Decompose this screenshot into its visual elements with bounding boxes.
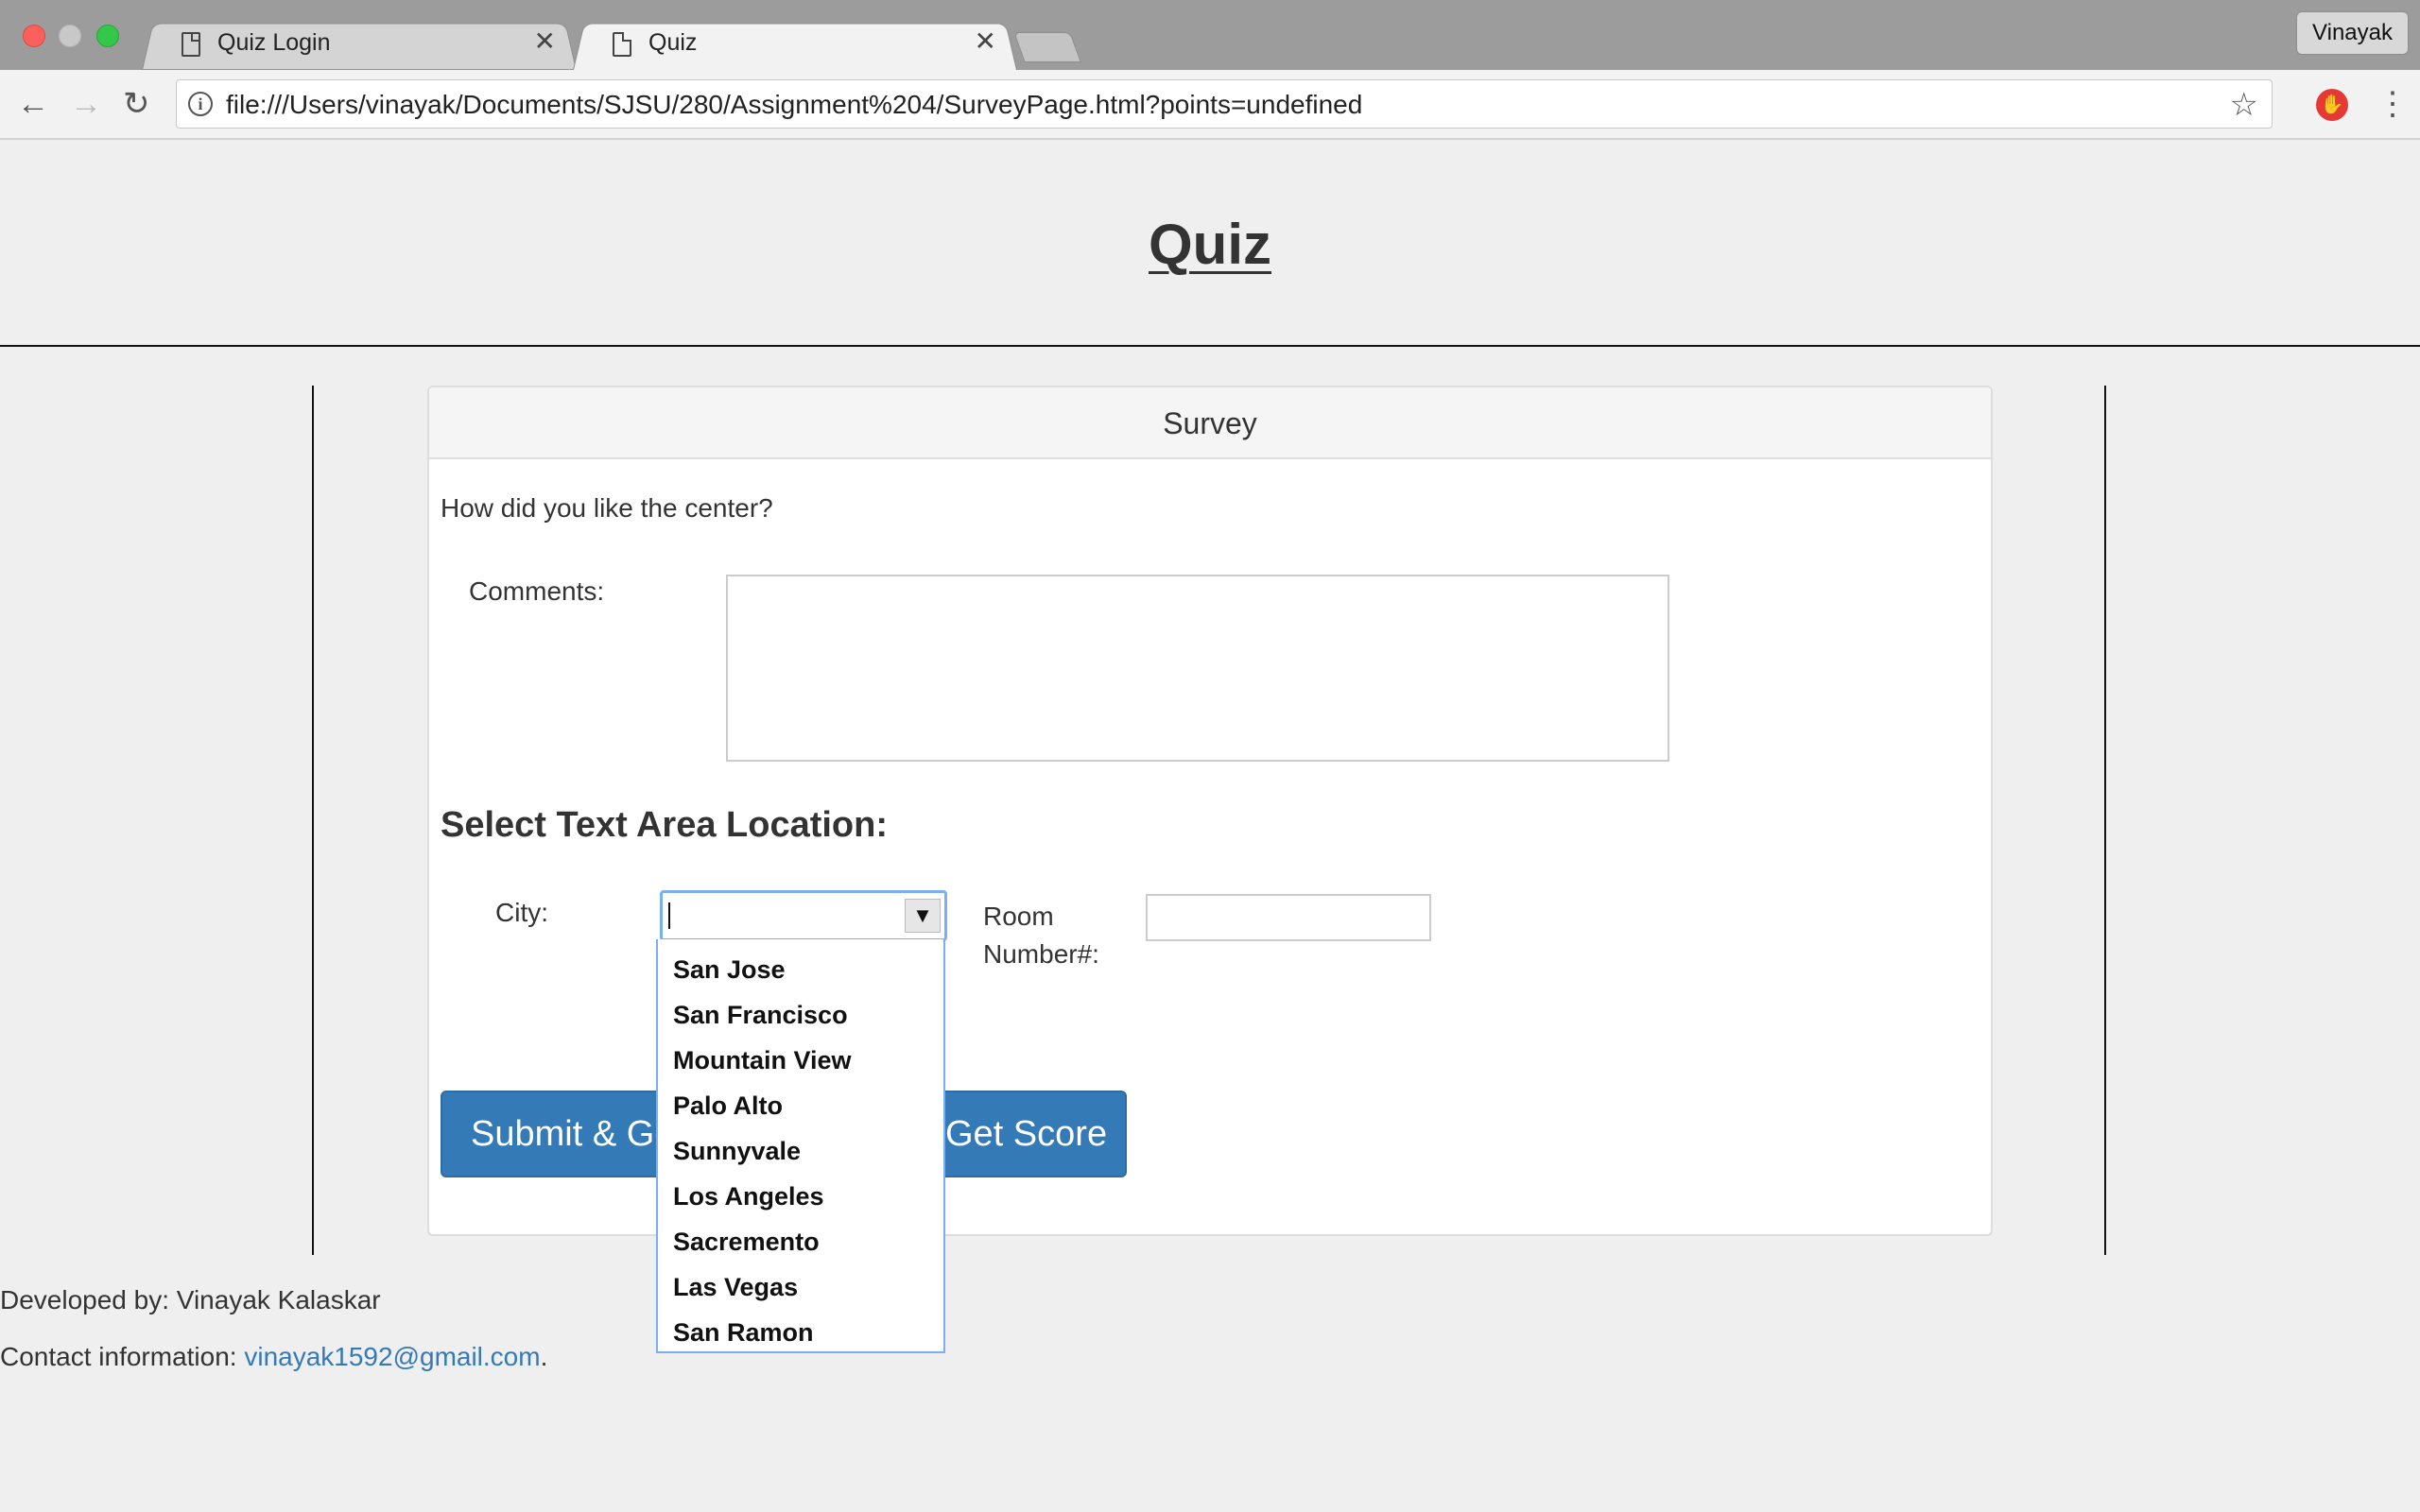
comments-label: Comments: [469, 576, 605, 606]
tab-label: Quiz Login [217, 29, 331, 56]
location-heading: Select Text Area Location: [441, 805, 889, 845]
contact-prefix: Contact information: [0, 1342, 245, 1371]
contact-email-link[interactable]: vinayak1592@gmail.com [244, 1342, 540, 1371]
city-option-san-ramon[interactable]: San Ramon [658, 1310, 943, 1355]
dropdown-arrow-icon[interactable]: ▼ [905, 899, 941, 933]
city-option-palo-alto[interactable]: Palo Alto [658, 1083, 943, 1128]
footer-contact: Contact information: vinayak1592@gmail.c… [0, 1342, 547, 1372]
page-icon [182, 32, 200, 57]
url-text[interactable]: file:///Users/vinayak/Documents/SJSU/280… [226, 90, 1362, 120]
header-divider [0, 345, 2420, 347]
city-dropdown-list: San Jose San Francisco Mountain View Pal… [656, 939, 945, 1353]
city-combobox[interactable]: ▼ [660, 890, 947, 941]
tab-quiz[interactable]: Quiz ✕ [573, 17, 1017, 70]
star-icon[interactable]: ☆ [2230, 86, 2258, 124]
left-border-line [312, 386, 314, 1255]
city-option-san-francisco[interactable]: San Francisco [658, 992, 943, 1038]
city-option-las-vegas[interactable]: Las Vegas [658, 1264, 943, 1310]
city-option-san-jose[interactable]: San Jose [658, 947, 943, 992]
room-number-label: Room Number#: [983, 902, 1099, 969]
city-label: City: [495, 898, 548, 927]
panel-heading: Survey [429, 387, 1991, 459]
page-title-text: Quiz [1149, 213, 1271, 276]
tab-quiz-login[interactable]: Quiz Login ✕ [142, 17, 577, 70]
page-icon [613, 32, 631, 57]
info-icon[interactable]: i [188, 92, 213, 116]
forward-arrow-icon[interactable]: → [70, 85, 102, 123]
browser-tab-bar: Quiz Login ✕ Quiz ✕ Vinayak [0, 0, 2420, 70]
reload-icon[interactable]: ↻ [123, 85, 150, 123]
footer-developer: Developed by: Vinayak Kalaskar [0, 1285, 381, 1314]
text-cursor [668, 902, 670, 929]
comments-textarea[interactable] [726, 575, 1669, 762]
close-tab-icon[interactable]: ✕ [975, 28, 996, 55]
close-window-button[interactable] [23, 25, 45, 47]
new-tab-button[interactable] [1013, 32, 1081, 62]
right-border-line [2104, 386, 2106, 1255]
tab-label: Quiz [648, 29, 698, 56]
back-arrow-icon[interactable]: ← [17, 85, 49, 123]
browser-toolbar: ← → ↻ i file:///Users/vinayak/Documents/… [0, 70, 2420, 140]
city-option-los-angeles[interactable]: Los Angeles [658, 1174, 943, 1219]
profile-button[interactable]: Vinayak [2296, 11, 2409, 55]
room-number-input[interactable] [1146, 894, 1431, 941]
city-option-sunnyvale[interactable]: Sunnyvale [658, 1128, 943, 1174]
address-bar[interactable]: i file:///Users/vinayak/Documents/SJSU/2… [176, 79, 2273, 129]
minimize-window-button[interactable] [59, 25, 81, 47]
survey-question: How did you like the center? [441, 493, 773, 523]
maximize-window-button[interactable] [96, 25, 119, 47]
contact-suffix: . [540, 1342, 548, 1371]
page-title: Quiz [0, 212, 2420, 277]
close-tab-icon[interactable]: ✕ [534, 28, 556, 55]
city-option-mountain-view[interactable]: Mountain View [658, 1038, 943, 1083]
city-option-sacremento[interactable]: Sacremento [658, 1219, 943, 1264]
kebab-menu-icon[interactable]: ⋮ [2377, 85, 2409, 123]
adblock-icon[interactable]: ✋ [2316, 89, 2348, 121]
